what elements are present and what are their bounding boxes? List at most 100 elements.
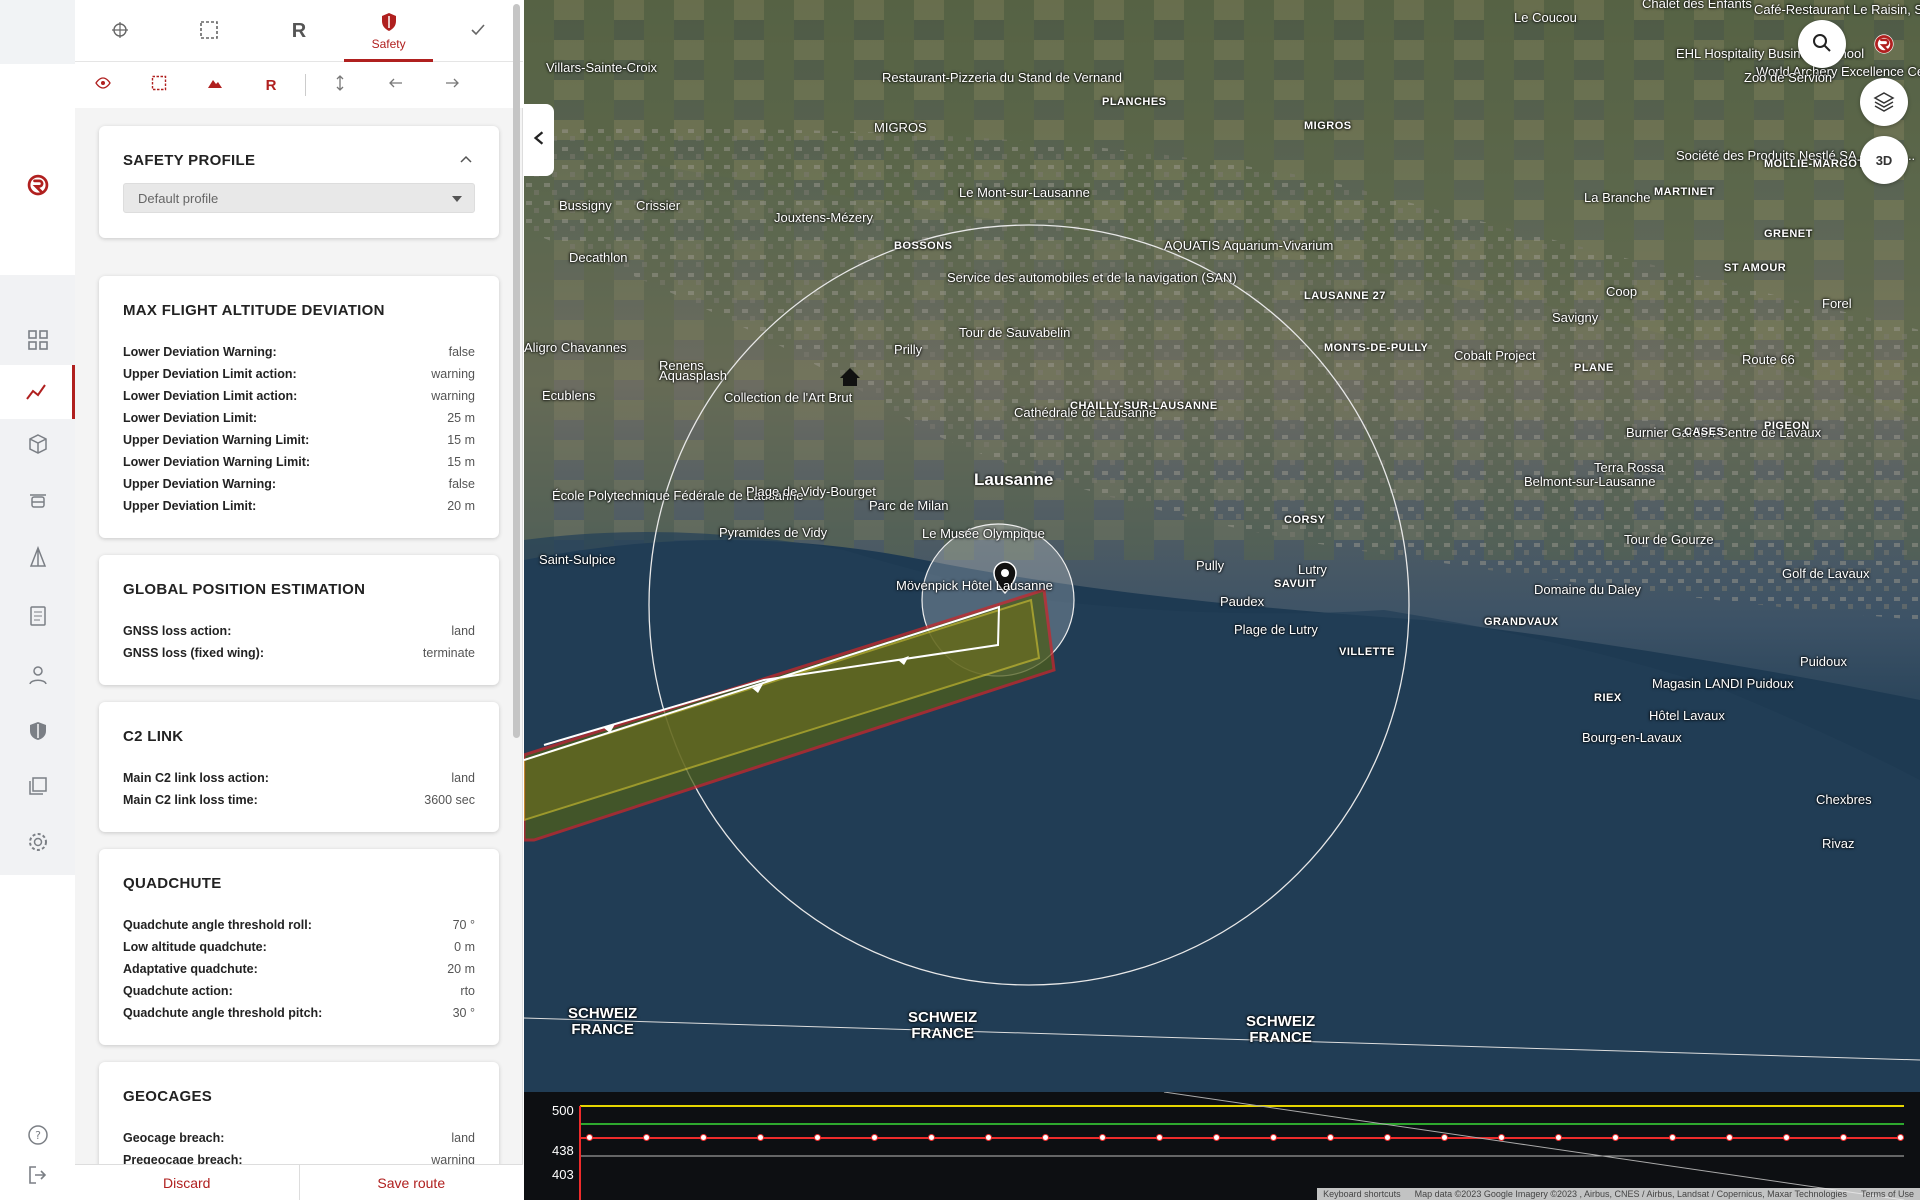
map-place-label[interactable]: Le Musée Olympique	[922, 526, 1045, 541]
waypoint-dot[interactable]	[1099, 1134, 1106, 1141]
undo-button[interactable]	[368, 62, 424, 108]
map-place-label[interactable]: Terra Rossa	[1594, 460, 1664, 475]
map-place-label[interactable]: Tour de Sauvabelin	[959, 325, 1070, 340]
elevation-profile[interactable]: 500 438 403 Keyboard shortcuts Map data …	[524, 1092, 1920, 1200]
select-area-button[interactable]	[131, 62, 187, 108]
map-place-label[interactable]: Puidoux	[1800, 654, 1847, 669]
map-place-label[interactable]: Bussigny	[559, 198, 612, 213]
map-place-label[interactable]: Forel	[1822, 296, 1852, 311]
map-place-label[interactable]: Savigny	[1552, 310, 1598, 325]
panel-scrollbar[interactable]	[513, 4, 520, 738]
dashboard-icon[interactable]	[0, 313, 75, 367]
map-place-label[interactable]: Jouxtens-Mézery	[774, 210, 873, 225]
map-place-label[interactable]: Lutry	[1298, 562, 1327, 577]
visibility-toggle[interactable]	[75, 62, 131, 108]
waypoint-dot[interactable]	[1783, 1134, 1790, 1141]
map-place-label[interactable]: Service des automobiles et de la navigat…	[947, 270, 1237, 285]
map-place-label[interactable]: Domaine du Daley	[1534, 582, 1641, 597]
waypoint-dot[interactable]	[1840, 1134, 1847, 1141]
waypoint-dot[interactable]	[700, 1134, 707, 1141]
map-place-label[interactable]: AQUATIS Aquarium-Vivarium	[1164, 238, 1333, 253]
waypoint-dot[interactable]	[928, 1134, 935, 1141]
map-place-label[interactable]: Paudex	[1220, 594, 1264, 609]
waypoint-dot[interactable]	[1555, 1134, 1562, 1141]
brand-logo-icon[interactable]	[0, 158, 75, 212]
cube-icon[interactable]	[0, 417, 75, 471]
waypoint-dot[interactable]	[1726, 1134, 1733, 1141]
library-icon[interactable]	[0, 759, 75, 813]
map-place-label[interactable]: Plage de Lutry	[1234, 622, 1318, 637]
waypoint-dot[interactable]	[985, 1134, 992, 1141]
map-place-label[interactable]: Bourg-en-Lavaux	[1582, 730, 1682, 745]
map-search-button[interactable]	[1798, 20, 1846, 68]
map-place-label[interactable]: Plage de Vidy-Bourget	[746, 484, 876, 499]
shield-icon[interactable]	[0, 704, 75, 758]
map-place-label[interactable]: Zoo de Servion	[1744, 70, 1832, 85]
route-icon[interactable]	[0, 365, 75, 419]
map-place-label[interactable]: Saint-Sulpice	[539, 552, 616, 567]
waypoint-dot[interactable]	[1156, 1134, 1163, 1141]
waypoint-dot[interactable]	[1384, 1134, 1391, 1141]
map-place-label[interactable]: Pyramides de Vidy	[719, 525, 827, 540]
waypoint-dot[interactable]	[1669, 1134, 1676, 1141]
waypoint-dot[interactable]	[814, 1134, 821, 1141]
map-place-label[interactable]: Ecublens	[542, 388, 595, 403]
map-place-label[interactable]: Aligro Chavannes	[524, 340, 627, 355]
map-place-label[interactable]: Prilly	[894, 342, 922, 357]
redo-button[interactable]	[424, 62, 480, 108]
map-place-label[interactable]: Decathlon	[569, 250, 628, 265]
airspace-icon[interactable]	[0, 530, 75, 584]
map-place-label[interactable]: Belmont-sur-Lausanne	[1524, 474, 1656, 489]
tab-r[interactable]: R	[254, 0, 344, 62]
layers-button[interactable]	[1860, 78, 1908, 126]
map-place-label[interactable]: Rivaz	[1822, 836, 1855, 851]
map-place-label[interactable]: Tour de Gourze	[1624, 532, 1714, 547]
map-place-label[interactable]: La Branche	[1584, 190, 1651, 205]
waypoint-dot[interactable]	[1612, 1134, 1619, 1141]
save-route-button[interactable]: Save route	[300, 1165, 524, 1200]
map-place-label[interactable]: Golf de Lavaux	[1782, 566, 1869, 581]
map-place-label[interactable]: Cobalt Project	[1454, 348, 1536, 363]
waypoint-dot[interactable]	[1327, 1134, 1334, 1141]
waypoint-dot[interactable]	[1042, 1134, 1049, 1141]
map-place-label[interactable]: Villars-Sainte-Croix	[546, 60, 657, 75]
map-place-label[interactable]: Collection de l'Art Brut	[724, 390, 852, 405]
tab-confirm[interactable]	[433, 0, 523, 62]
waypoint-dot[interactable]	[1270, 1134, 1277, 1141]
waypoint-dot[interactable]	[757, 1134, 764, 1141]
map-place-label[interactable]: Route 66	[1742, 352, 1795, 367]
altitude-button[interactable]	[312, 62, 368, 108]
waypoint-dot[interactable]	[643, 1134, 650, 1141]
toggle-3d-button[interactable]: 3D	[1860, 136, 1908, 184]
keyboard-shortcuts-link[interactable]: Keyboard shortcuts	[1323, 1189, 1401, 1199]
map-place-label[interactable]: MIGROS	[874, 120, 927, 135]
tab-position[interactable]	[75, 0, 165, 62]
map-place-label[interactable]: Café-Restaurant Le Raisin, Sheqiri & Cie	[1754, 2, 1920, 17]
waypoint-dot[interactable]	[871, 1134, 878, 1141]
drone-icon[interactable]	[0, 475, 75, 529]
collapse-panel-button[interactable]	[524, 104, 554, 176]
map-place-label[interactable]: Lausanne	[974, 470, 1053, 490]
waypoint-dot[interactable]	[1213, 1134, 1220, 1141]
settings-scroll-area[interactable]: SAFETY PROFILE Default profile MAX FLIGH…	[75, 108, 523, 1164]
waypoint-dot[interactable]	[1897, 1134, 1904, 1141]
map-place-label[interactable]: Pully	[1196, 558, 1224, 573]
discard-button[interactable]: Discard	[75, 1165, 300, 1200]
terrain-button[interactable]	[187, 62, 243, 108]
map-place-label[interactable]: Mövenpick Hôtel Lausanne	[896, 578, 1053, 593]
chevron-up-icon[interactable]	[459, 152, 473, 166]
logout-icon[interactable]	[0, 1148, 75, 1202]
map-place-label[interactable]: Aquasplash	[659, 368, 727, 383]
waypoint-dot[interactable]	[586, 1134, 593, 1141]
tab-selection[interactable]	[165, 0, 255, 62]
terms-link[interactable]: Terms of Use	[1861, 1189, 1914, 1199]
safety-profile-select[interactable]: Default profile	[123, 183, 475, 213]
map-place-label[interactable]: Hôtel Lavaux	[1649, 708, 1725, 723]
map-place-label[interactable]: Le Mont-sur-Lausanne	[959, 185, 1090, 200]
waypoint-dot[interactable]	[1498, 1134, 1505, 1141]
map-place-label[interactable]: Coop	[1606, 284, 1637, 299]
map-place-label[interactable]: Crissier	[636, 198, 680, 213]
map-place-label[interactable]: Parc de Milan	[869, 498, 948, 513]
tab-safety[interactable]: Safety	[343, 0, 434, 62]
gear-icon[interactable]	[0, 815, 75, 869]
